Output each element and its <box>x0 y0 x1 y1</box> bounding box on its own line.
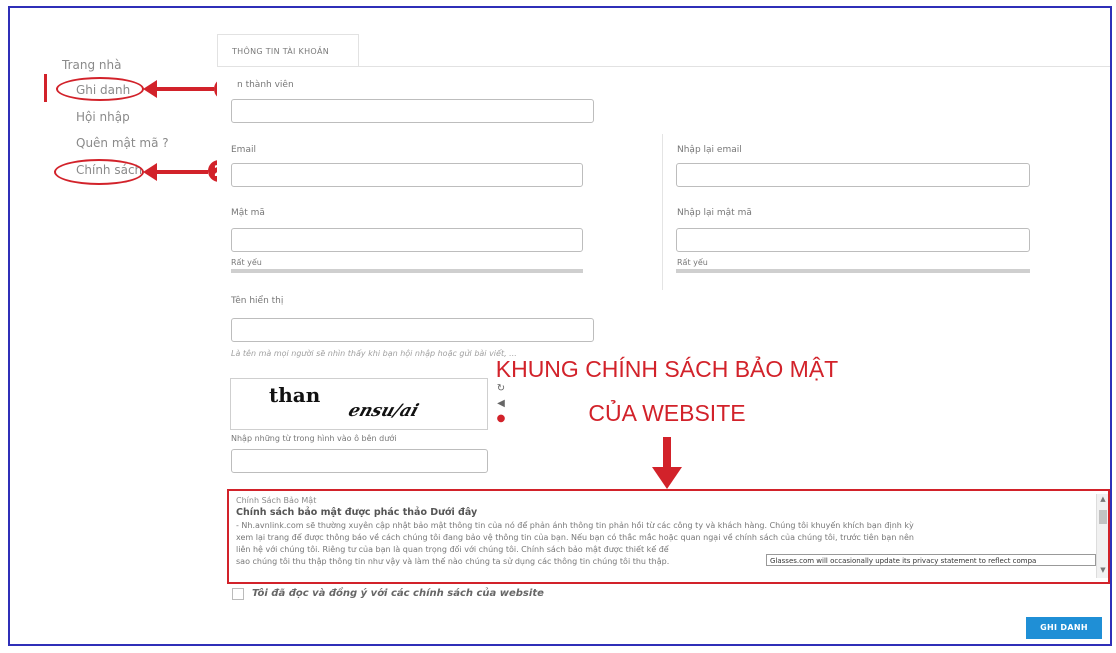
tooltip: Glasses.com will occasionally update its… <box>766 554 1096 566</box>
arrow-down-head-icon <box>652 467 682 489</box>
password-confirm-strength-bar <box>676 269 1030 273</box>
highlight-oval-register <box>56 77 144 101</box>
register-button[interactable]: GHI DANH <box>1026 617 1102 639</box>
policy-line: sao chúng tôi thu thập thông tin như vậy… <box>236 557 670 566</box>
scroll-down-icon[interactable]: ▼ <box>1097 566 1109 574</box>
captcha-input[interactable] <box>231 449 488 473</box>
arrow-down-icon <box>663 437 671 469</box>
member-name-label: n thành viên <box>237 80 294 90</box>
highlight-oval-policy <box>54 159 144 185</box>
policy-small-title: Chính Sách Bảo Mật <box>236 496 317 505</box>
refresh-captcha-icon[interactable]: ↻ <box>495 383 507 395</box>
arrow-left-icon <box>143 163 157 181</box>
display-name-input[interactable] <box>231 318 594 342</box>
email-confirm-label: Nhập lại email <box>677 145 742 155</box>
tab-divider <box>217 66 1110 67</box>
annotation-title-line-2: CỦA WEBSITE <box>588 400 746 426</box>
column-divider <box>662 134 663 290</box>
arrow-left-icon <box>143 80 157 98</box>
captcha-word: than <box>269 383 321 407</box>
captcha-instruction: Nhập những từ trong hình vào ô bên dưới <box>231 434 397 443</box>
policy-scrollbar[interactable]: ▲ ▼ <box>1096 494 1108 578</box>
annotation-arrow-shaft <box>156 170 208 174</box>
display-name-label: Tên hiển thị <box>231 296 284 306</box>
annotation-arrow-shaft <box>156 87 214 91</box>
email-label: Email <box>231 145 256 155</box>
email-confirm-input[interactable] <box>676 163 1030 187</box>
agree-checkbox[interactable] <box>232 588 244 600</box>
policy-heading: Chính sách bảo mật được phác thảo Dưới đ… <box>236 507 478 518</box>
active-item-indicator <box>44 74 47 102</box>
tab-account-info[interactable]: THÔNG TIN TÀI KHOẢN <box>217 34 359 66</box>
scroll-up-icon[interactable]: ▲ <box>1097 495 1109 503</box>
member-name-input[interactable] <box>231 99 594 123</box>
annotation-title-line-1: KHUNG CHÍNH SÁCH BẢO MẬT <box>495 356 839 382</box>
policy-line: xem lại trang để được thông báo về cách … <box>236 533 914 542</box>
password-strength-label: Rất yếu <box>231 258 262 267</box>
password-confirm-strength-label: Rất yếu <box>677 258 708 267</box>
sidebar-item-home[interactable]: Trang nhà <box>62 58 121 72</box>
password-strength-bar <box>231 269 583 273</box>
password-label: Mật mã <box>231 208 265 218</box>
policy-line: liên hệ với chúng tôi. Riêng tư của bạn … <box>236 545 669 554</box>
policy-line: - Nh.avnlink.com sẽ thường xuyên cập nhậ… <box>236 521 914 530</box>
email-input[interactable] <box>231 163 583 187</box>
password-confirm-input[interactable] <box>676 228 1030 252</box>
scrollbar-thumb[interactable] <box>1099 510 1107 524</box>
password-input[interactable] <box>231 228 583 252</box>
agree-label: Tôi đã đọc và đồng ý với các chính sách … <box>252 588 544 599</box>
sidebar-item-forgot-password[interactable]: Quên mật mã ? <box>76 136 169 150</box>
sidebar-item-login[interactable]: Hội nhập <box>76 110 130 124</box>
password-confirm-label: Nhập lại mật mã <box>677 208 752 218</box>
